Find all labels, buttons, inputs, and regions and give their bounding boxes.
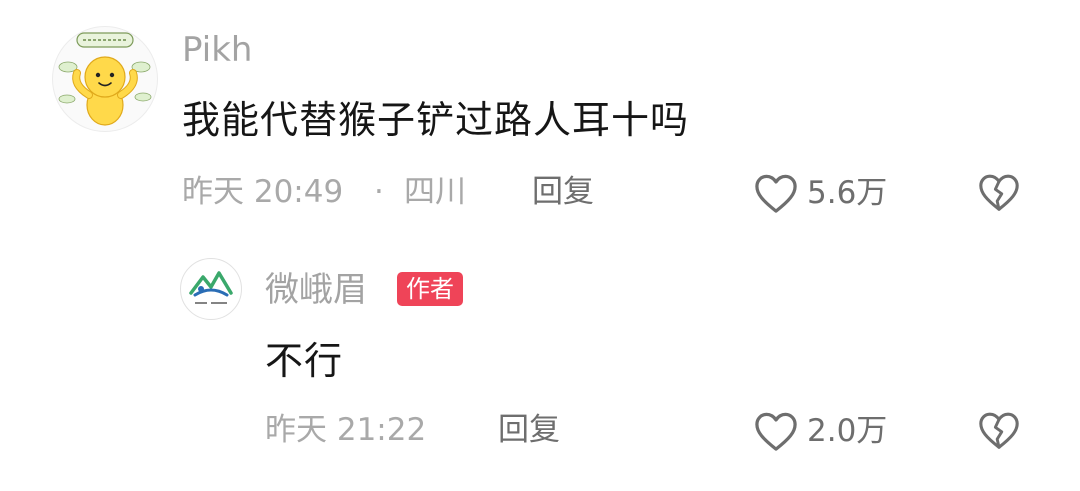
mountain-logo-avatar-icon bbox=[189, 271, 233, 304]
broken-heart-icon bbox=[979, 174, 1019, 211]
comment-text: 我能代替猴子铲过路人耳十吗 bbox=[182, 98, 690, 142]
reply-like-button[interactable]: 2.0万 bbox=[753, 410, 887, 452]
yellow-cartoon-avatar-icon bbox=[58, 32, 152, 126]
like-button[interactable]: 5.6万 bbox=[753, 172, 887, 214]
like-count: 5.6万 bbox=[807, 175, 888, 211]
broken-heart-icon bbox=[979, 412, 1019, 449]
avatar[interactable] bbox=[52, 26, 158, 132]
like-count: 2.0万 bbox=[807, 413, 888, 449]
dislike-button[interactable] bbox=[977, 172, 1021, 216]
comment-location: 四川 bbox=[404, 174, 466, 210]
reply-reply-button[interactable]: 回复 bbox=[498, 410, 560, 450]
reply-dislike-button[interactable] bbox=[977, 410, 1021, 454]
reply-username[interactable]: 微峨眉 bbox=[265, 270, 367, 310]
author-badge: 作者 bbox=[397, 272, 463, 306]
reply-timestamp: 昨天 21:22 bbox=[265, 412, 427, 448]
reply-button[interactable]: 回复 bbox=[532, 172, 594, 212]
heart-outline-icon bbox=[755, 174, 797, 213]
reply-text: 不行 bbox=[265, 339, 344, 383]
reply-avatar[interactable] bbox=[180, 258, 242, 320]
heart-outline-icon bbox=[755, 412, 797, 451]
comment-timestamp: 昨天 20:49 bbox=[182, 174, 344, 210]
meta-separator: · bbox=[374, 174, 384, 210]
comment-username[interactable]: Pikh bbox=[182, 30, 252, 70]
